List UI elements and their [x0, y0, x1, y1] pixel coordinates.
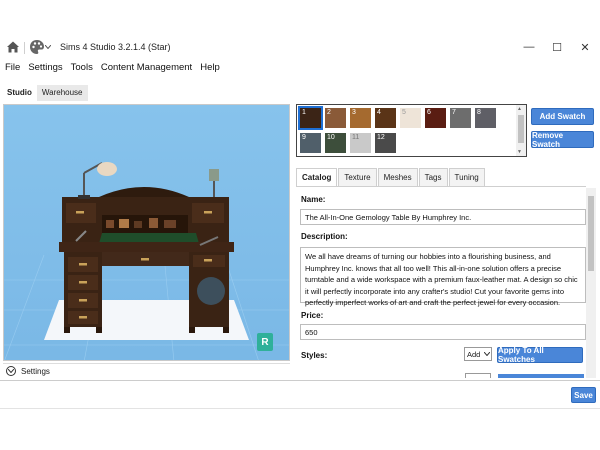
menu-bar: File Settings Tools Content Management H…	[0, 61, 223, 75]
swatch[interactable]: 6	[425, 108, 446, 128]
styles-label: Styles:	[301, 351, 328, 360]
swatch-number: 2	[327, 109, 331, 116]
title-separator	[24, 42, 25, 54]
palette-icon[interactable]	[29, 39, 45, 55]
swatch-number: 7	[452, 109, 456, 116]
description-field[interactable]: We all have dreams of turning our hobbie…	[300, 247, 586, 307]
swatch[interactable]: 10	[325, 133, 346, 153]
scroll-up-icon[interactable]: ▲	[517, 106, 522, 112]
price-label: Price:	[301, 311, 324, 320]
swatch[interactable]: 5	[400, 108, 421, 128]
panel-tabs: Catalog Texture Meshes Tags Tuning	[296, 168, 486, 186]
chevron-down-icon[interactable]	[45, 45, 51, 49]
viewport-scene	[4, 162, 289, 360]
panel-scrollbar[interactable]	[586, 188, 596, 378]
chevron-down-circle-icon[interactable]	[6, 366, 16, 376]
swatch[interactable]: 8	[475, 108, 496, 128]
tab-studio[interactable]: Studio	[2, 85, 37, 101]
swatch-panel: 1 2 3 4 5 6 7 8 9 10 11 12 ▲ ▼	[296, 104, 527, 157]
save-button[interactable]: Save	[571, 387, 596, 403]
home-icon[interactable]	[6, 40, 20, 54]
3d-viewport[interactable]: R	[3, 104, 290, 361]
apply-to-all-swatches-button[interactable]: Apply To All Swatches	[497, 346, 583, 364]
tab-meshes[interactable]: Meshes	[377, 168, 418, 186]
swatch-number: 6	[427, 109, 431, 116]
swatch[interactable]: 7	[450, 108, 471, 128]
watermark-letter: R	[261, 336, 269, 348]
swatch-number: 9	[302, 134, 306, 141]
select-value: Add	[467, 349, 481, 359]
watermark-logo: R	[257, 333, 273, 351]
swatch[interactable]: 11	[350, 133, 371, 153]
swatch-number: 5	[402, 109, 406, 116]
swatch-number: 3	[352, 109, 356, 116]
menu-content-management[interactable]: Content Management	[101, 61, 192, 75]
scrollbar-thumb[interactable]	[588, 196, 594, 271]
name-field[interactable]: The All-In-One Gemology Table By Humphre…	[300, 209, 586, 225]
close-button[interactable]: ✕	[575, 38, 595, 56]
scrollbar-thumb[interactable]	[518, 115, 524, 143]
swatch-number: 12	[377, 134, 385, 141]
swatch-scrollbar[interactable]: ▲ ▼	[516, 105, 526, 156]
tab-texture[interactable]: Texture	[338, 168, 377, 186]
swatch[interactable]: 9	[300, 133, 321, 153]
tab-tuning[interactable]: Tuning	[448, 168, 485, 186]
top-tabs: Studio Warehouse	[2, 85, 88, 101]
swatch[interactable]: 12	[375, 133, 396, 153]
add-swatch-button[interactable]: Add Swatch	[531, 108, 594, 125]
name-label: Name:	[301, 195, 326, 204]
tab-catalog[interactable]: Catalog	[296, 168, 338, 186]
footer-divider	[0, 380, 600, 381]
tab-tags[interactable]: Tags	[418, 168, 448, 186]
maximize-button[interactable]: ☐	[547, 38, 567, 56]
description-label: Description:	[301, 232, 348, 241]
remove-swatch-button[interactable]: Remove Swatch	[531, 131, 594, 149]
app-title: Sims 4 Studio 3.2.1.4 (Star)	[60, 42, 171, 52]
swatch-number: 10	[327, 134, 335, 141]
swatch-number: 4	[377, 109, 381, 116]
styles-secondary-field[interactable]	[465, 373, 491, 378]
swatch-number: 11	[352, 134, 360, 141]
price-field[interactable]: 650	[300, 324, 586, 340]
settings-label[interactable]: Settings	[21, 367, 50, 376]
swatch[interactable]: 1	[298, 106, 323, 130]
styles-secondary-button[interactable]	[498, 374, 584, 378]
chevron-down-icon	[484, 352, 491, 356]
styles-add-select[interactable]: Add	[464, 347, 492, 361]
swatch[interactable]: 2	[325, 108, 346, 128]
scroll-down-icon[interactable]: ▼	[517, 149, 522, 155]
menu-settings[interactable]: Settings	[28, 61, 62, 75]
swatch[interactable]: 3	[350, 108, 371, 128]
viewport-settings-bar[interactable]: Settings	[3, 363, 290, 378]
swatch-number: 8	[477, 109, 481, 116]
menu-file[interactable]: File	[5, 61, 20, 75]
minimize-button[interactable]: —	[519, 38, 539, 56]
bottom-divider	[0, 408, 600, 409]
swatch[interactable]: 4	[375, 108, 396, 128]
menu-tools[interactable]: Tools	[71, 61, 93, 75]
swatch-number: 1	[302, 109, 306, 116]
tab-warehouse[interactable]: Warehouse	[36, 85, 88, 101]
title-bar: Sims 4 Studio 3.2.1.4 (Star) — ☐ ✕	[0, 36, 600, 60]
menu-help[interactable]: Help	[200, 61, 220, 75]
